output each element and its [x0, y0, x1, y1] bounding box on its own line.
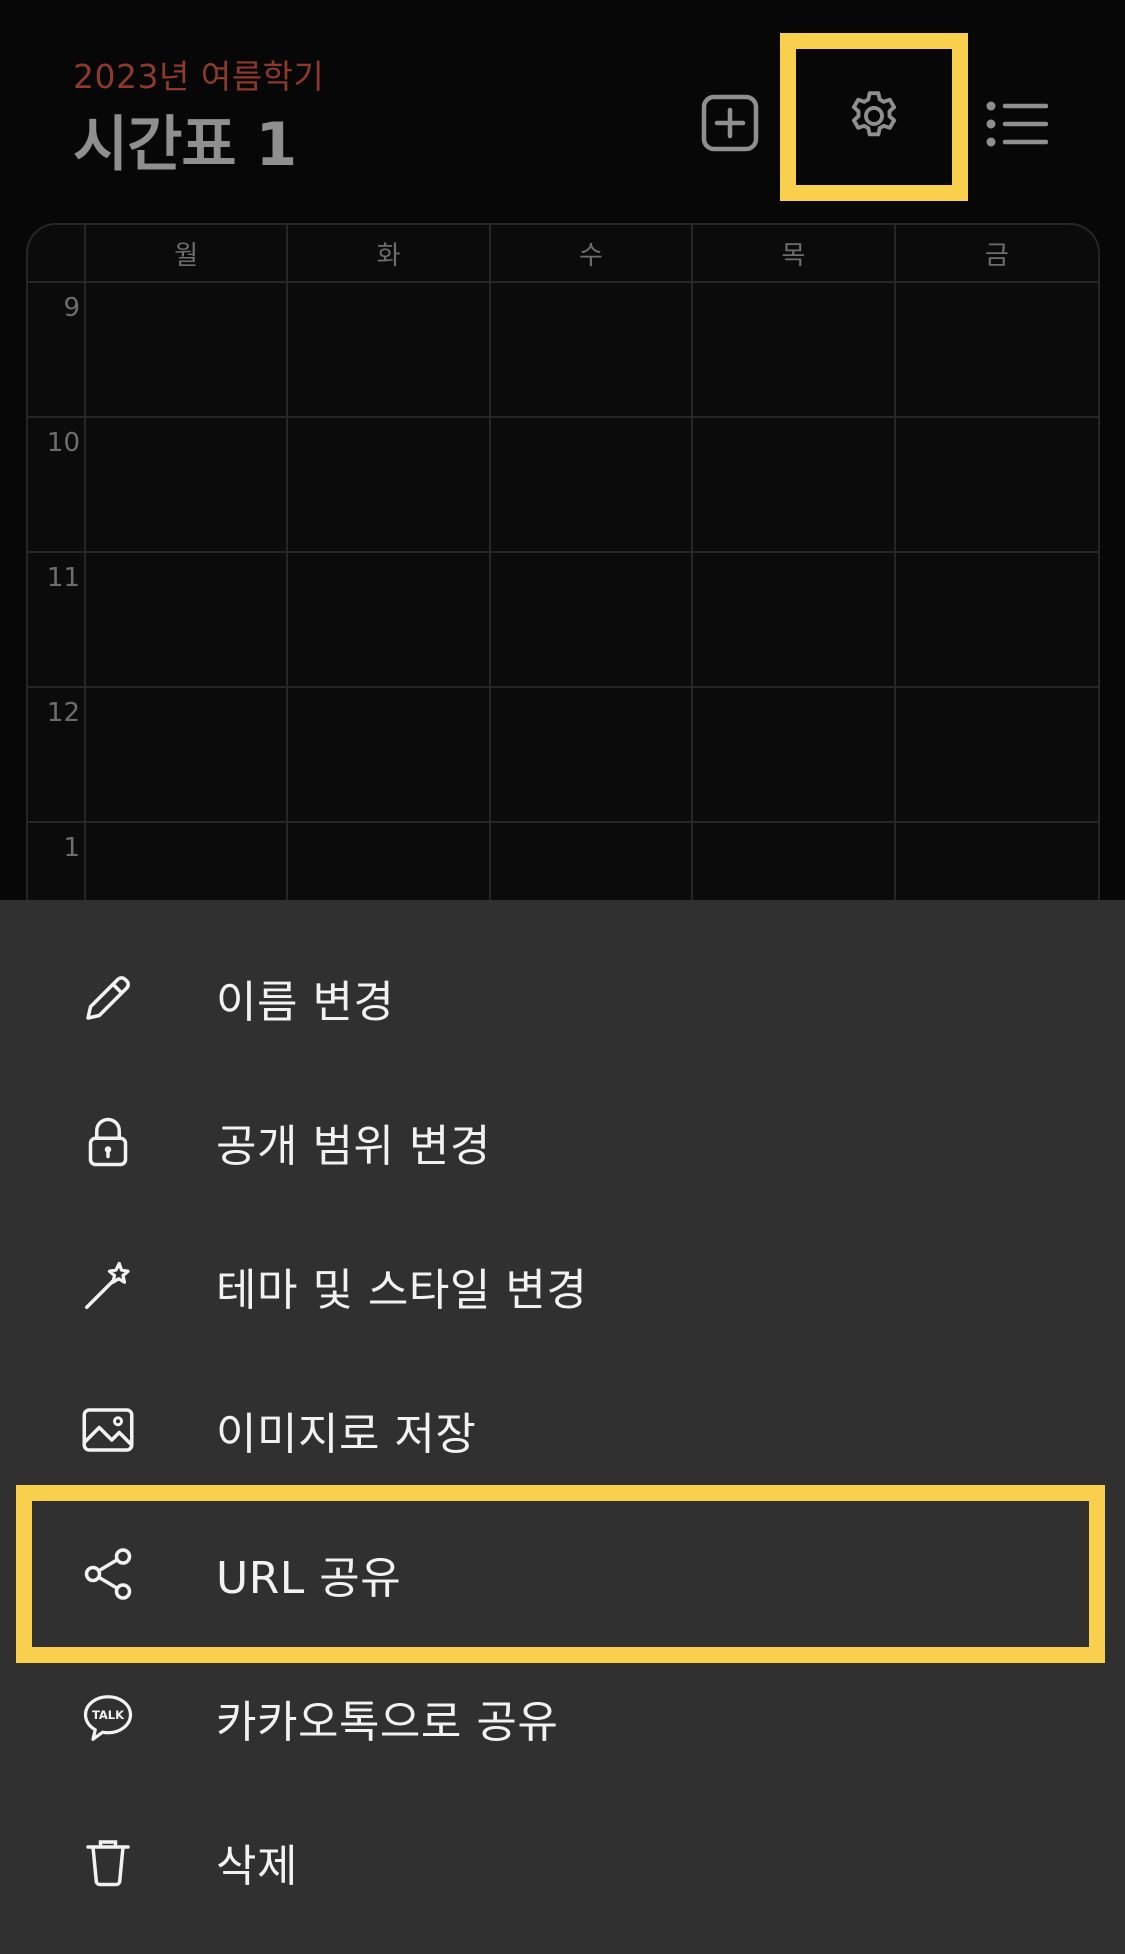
- change-theme-menu-item[interactable]: 테마 및 스타일 변경: [0, 1214, 1125, 1358]
- save-image-label: 이미지로 저장: [216, 1409, 477, 1460]
- time-slot[interactable]: [86, 688, 289, 823]
- hour-label-9: 9: [28, 283, 86, 418]
- timetable-list-button[interactable]: [985, 98, 1049, 150]
- day-header-thu: 목: [693, 225, 896, 283]
- change-visibility-menu-item[interactable]: 공개 범위 변경: [0, 1070, 1125, 1214]
- time-slot[interactable]: [693, 283, 896, 418]
- list-icon: [986, 101, 1048, 147]
- delete-menu-item[interactable]: 삭제: [0, 1790, 1125, 1934]
- settings-button[interactable]: [780, 33, 968, 201]
- share-url-menu-item[interactable]: URL 공유: [0, 1502, 1125, 1646]
- time-slot[interactable]: [288, 553, 491, 688]
- add-course-button[interactable]: [700, 93, 760, 153]
- time-slot[interactable]: [895, 688, 1098, 823]
- time-slot[interactable]: [86, 283, 289, 418]
- time-slot[interactable]: [288, 283, 491, 418]
- time-slot[interactable]: [490, 553, 694, 688]
- page-title: 시간표 1: [73, 110, 297, 180]
- rename-label: 이름 변경: [216, 977, 395, 1028]
- plus-square-icon: [701, 94, 759, 152]
- share-kakaotalk-label: 카카오톡으로 공유: [216, 1697, 559, 1748]
- hour-label-10: 10: [28, 418, 86, 553]
- time-slot[interactable]: [86, 418, 289, 553]
- share-url-label: URL 공유: [216, 1553, 402, 1604]
- time-slot[interactable]: [490, 418, 694, 553]
- change-visibility-label: 공개 범위 변경: [216, 1121, 491, 1172]
- kakaotalk-icon: TALK: [76, 1686, 140, 1750]
- share-icon: [76, 1542, 140, 1606]
- semester-label: 2023년 여름학기: [73, 57, 325, 96]
- rename-menu-item[interactable]: 이름 변경: [0, 926, 1125, 1070]
- time-slot[interactable]: [895, 283, 1098, 418]
- share-kakaotalk-menu-item[interactable]: TALK 카카오톡으로 공유: [0, 1646, 1125, 1790]
- save-image-menu-item[interactable]: 이미지로 저장: [0, 1358, 1125, 1502]
- time-slot[interactable]: [490, 283, 694, 418]
- timetable-screen: 2023년 여름학기 시간표 1 월 화 수 목 금 9 10 11 12 1 …: [0, 0, 1125, 1954]
- time-slot[interactable]: [693, 418, 896, 553]
- image-icon: [76, 1398, 140, 1462]
- day-header-wed: 수: [490, 225, 694, 283]
- pencil-icon: [76, 966, 140, 1030]
- time-slot[interactable]: [490, 688, 694, 823]
- magic-wand-icon: [76, 1254, 140, 1318]
- corner-cell: [28, 225, 86, 283]
- time-slot[interactable]: [288, 418, 491, 553]
- lock-icon: [76, 1110, 140, 1174]
- time-slot[interactable]: [693, 688, 896, 823]
- delete-label: 삭제: [216, 1841, 298, 1892]
- trash-icon: [76, 1830, 140, 1894]
- time-slot[interactable]: [288, 688, 491, 823]
- time-slot[interactable]: [895, 418, 1098, 553]
- time-slot[interactable]: [86, 553, 289, 688]
- time-slot[interactable]: [895, 553, 1098, 688]
- day-header-tue: 화: [288, 225, 491, 283]
- settings-menu-sheet: 이름 변경 공개 범위 변경 테마 및 스타일 변경 이미지로 저장 URL 공…: [0, 900, 1125, 1954]
- hour-label-12: 12: [28, 688, 86, 823]
- day-header-fri: 금: [895, 225, 1098, 283]
- time-slot[interactable]: [693, 553, 896, 688]
- day-header-mon: 월: [86, 225, 289, 283]
- hour-label-11: 11: [28, 553, 86, 688]
- kakaotalk-icon-text: TALK: [92, 1708, 125, 1722]
- gear-icon: [851, 91, 897, 137]
- timetable-grid[interactable]: 월 화 수 목 금 9 10 11 12 1: [26, 223, 1100, 963]
- change-theme-label: 테마 및 스타일 변경: [216, 1265, 588, 1316]
